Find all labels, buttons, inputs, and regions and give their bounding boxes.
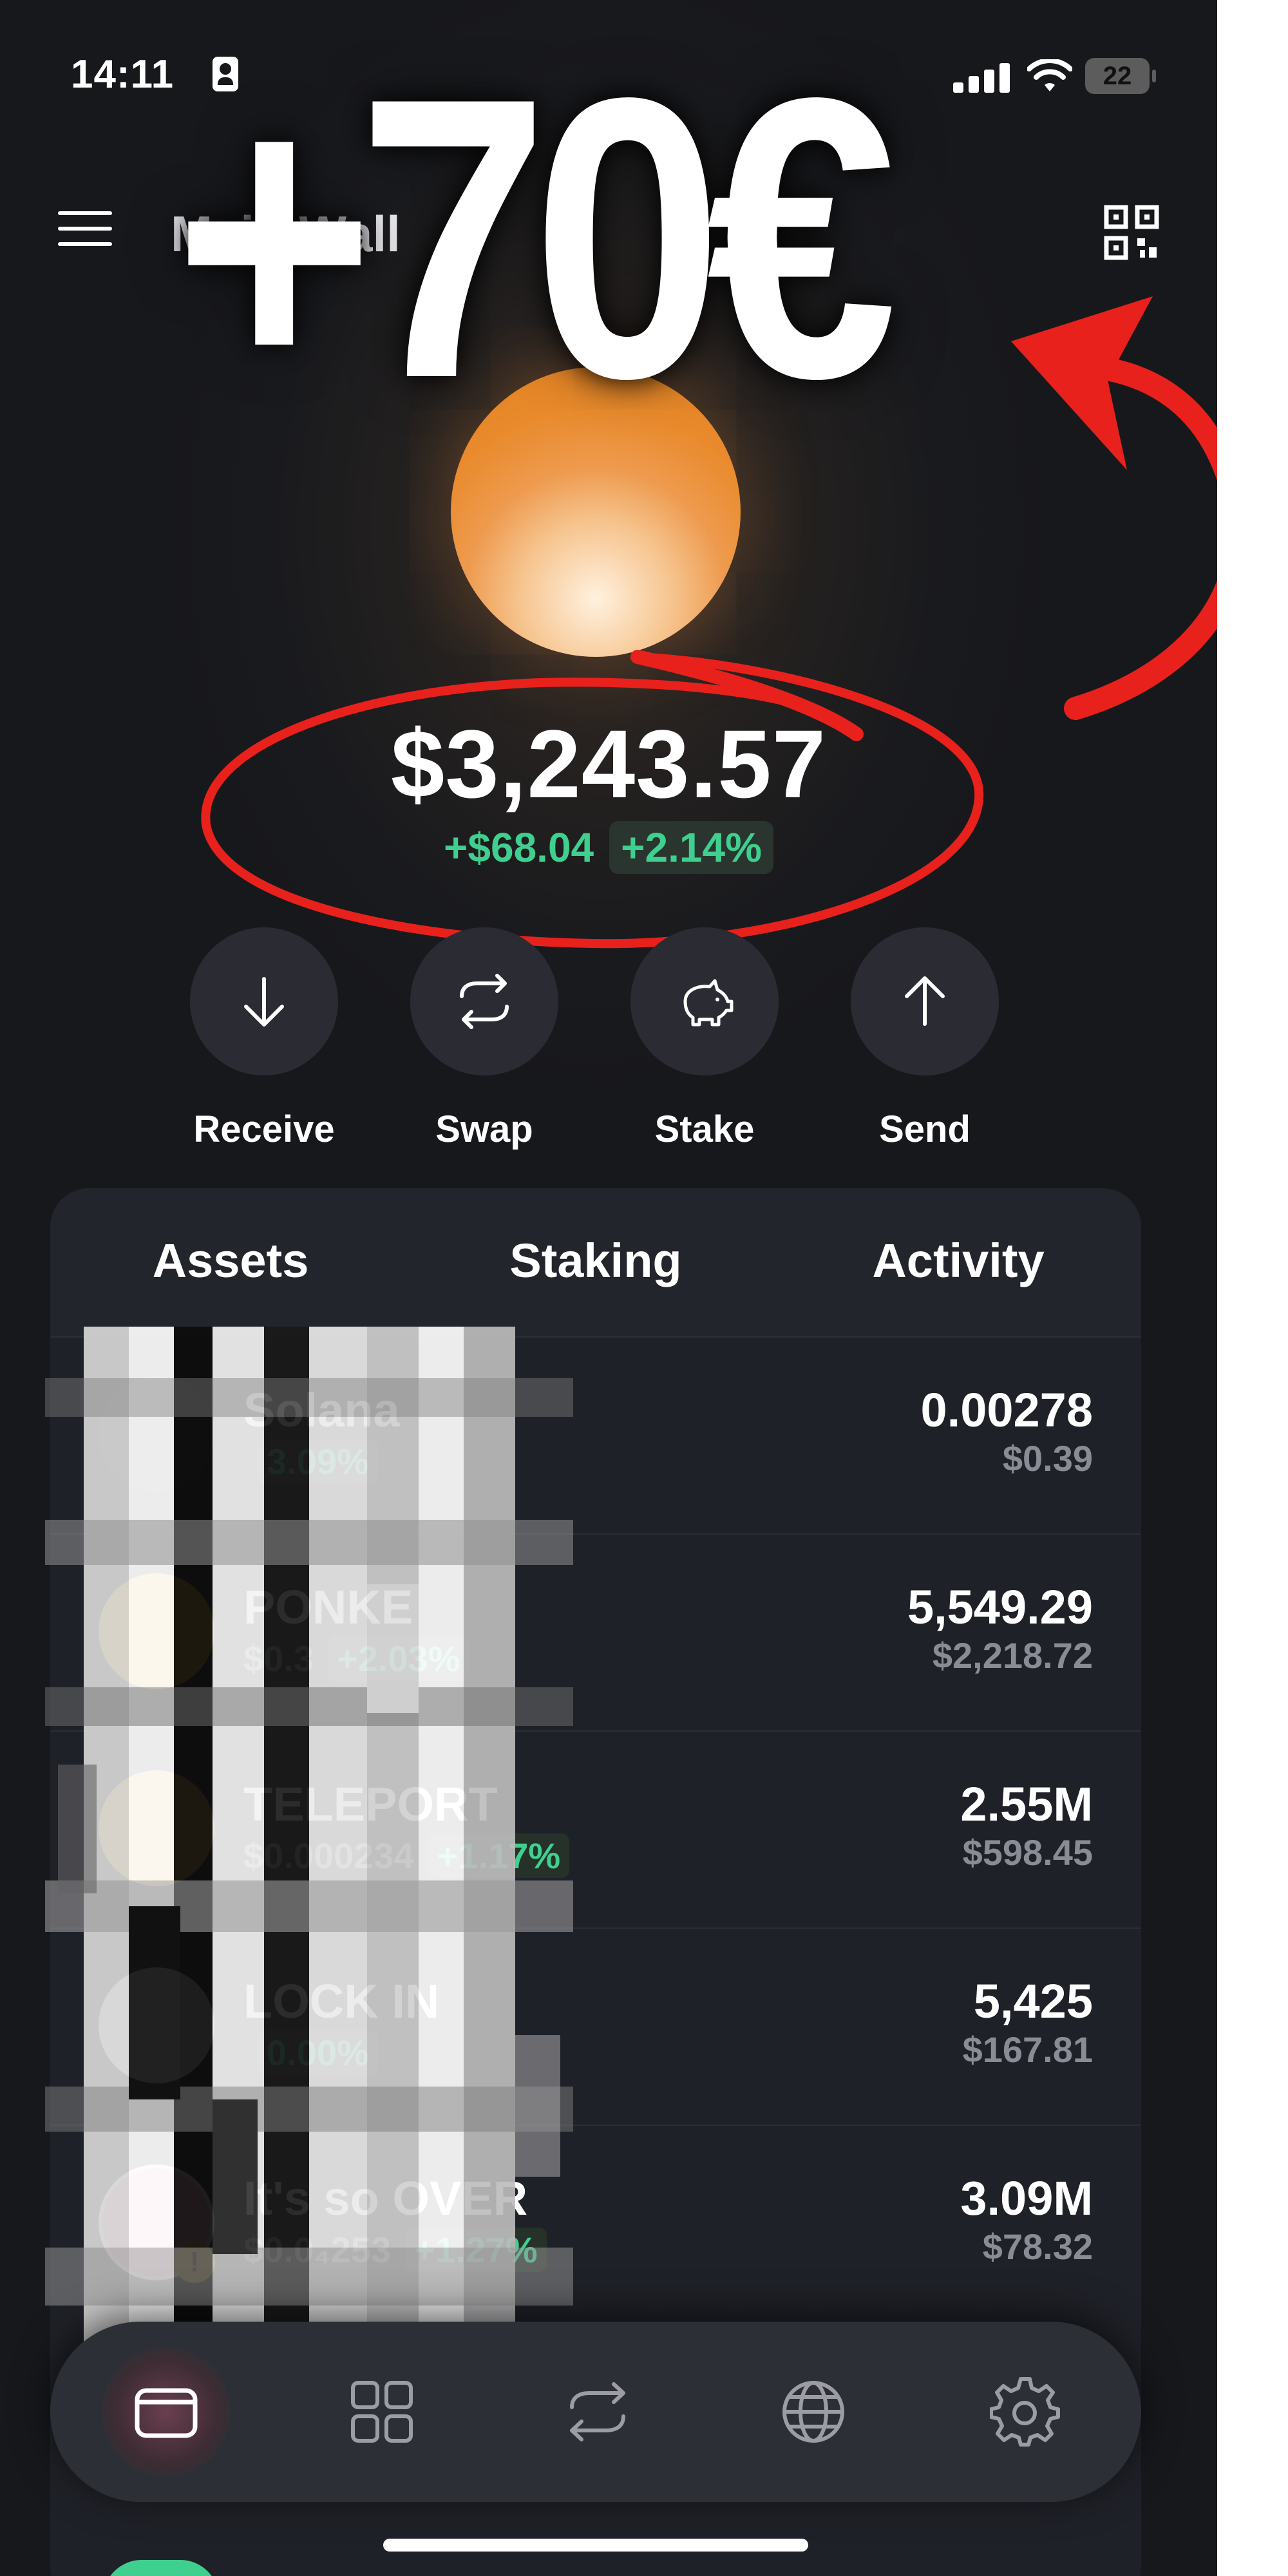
asset-row[interactable]: Solana 3.09% 0.00278 $0.39 <box>50 1336 1141 1535</box>
asset-row[interactable]: TELEPORT $0.000234 +1.17% 2.55M $598.45 <box>50 1730 1141 1929</box>
phone-screen: 14:11 22 Main Wall $3,243.57 +$68.04 +2.… <box>0 0 1217 2576</box>
nav-wallet[interactable] <box>102 2347 231 2476</box>
lock-in-logo <box>99 1967 214 2083</box>
tab-staking[interactable]: Staking <box>415 1233 776 1288</box>
nav-apps[interactable] <box>317 2347 446 2476</box>
asset-value: $167.81 <box>962 2029 1093 2070</box>
asset-name: LOCK IN <box>243 1975 440 2028</box>
asset-price: $0.0₄253 +1.27% <box>243 2228 547 2272</box>
stake-button[interactable]: Stake <box>598 927 811 1151</box>
send-label: Send <box>879 1108 971 1150</box>
asset-value: $598.45 <box>962 1832 1093 1873</box>
status-time: 14:11 <box>71 52 175 97</box>
nav-swap[interactable] <box>533 2347 662 2476</box>
asset-price: $0.000234 +1.17% <box>243 1833 570 1878</box>
asset-price: 3.09% <box>243 1439 378 1484</box>
receive-circle[interactable] <box>190 927 338 1075</box>
ponke-logo <box>99 1573 214 1689</box>
arrow-down-icon <box>244 977 284 1027</box>
send-circle[interactable] <box>851 927 999 1075</box>
nav-explore[interactable] <box>749 2347 878 2476</box>
wifi-icon <box>1027 59 1072 91</box>
asset-name: It's so OVER <box>243 2172 528 2225</box>
send-button[interactable]: Send <box>819 927 1031 1151</box>
grid-icon <box>351 2381 413 2443</box>
stake-label: Stake <box>654 1108 755 1150</box>
swap-icon <box>460 974 509 1029</box>
asset-change: 0.00% <box>258 2031 378 2075</box>
battery-indicator: 22 <box>1085 58 1156 94</box>
asset-value: $2,218.72 <box>932 1635 1093 1676</box>
asset-amount: 3.09M <box>960 2172 1093 2225</box>
asset-amount: 2.55M <box>960 1777 1093 1831</box>
swap-label: Swap <box>435 1108 533 1150</box>
asset-change: +2.03% <box>328 1636 469 1681</box>
asset-value: $78.32 <box>982 2226 1093 2267</box>
asset-amount: 0.00278 <box>920 1383 1094 1437</box>
hamburger-menu-icon[interactable] <box>58 206 116 251</box>
red-arrow-annotation <box>1011 296 1217 720</box>
asset-change: 3.09% <box>258 1439 378 1484</box>
asset-row[interactable]: ! It's so OVER $0.0₄253 +1.27% 3.09M $78.… <box>50 2125 1141 2323</box>
warning-badge-icon: ! <box>174 2242 215 2283</box>
swap-circle[interactable] <box>410 927 558 1075</box>
asset-value: $0.39 <box>1002 1438 1093 1479</box>
signal-icon <box>953 61 1018 93</box>
stake-circle[interactable] <box>630 927 779 1075</box>
teleport-logo <box>99 1770 214 1886</box>
asset-change: +1.17% <box>428 1833 570 1878</box>
swap-icon <box>570 2382 625 2441</box>
piggy-bank-icon <box>683 979 734 1027</box>
tab-bar: Assets Staking Activity <box>50 1188 1141 1336</box>
asset-name: Solana <box>243 1383 400 1437</box>
qr-scan-icon[interactable] <box>1104 205 1159 260</box>
asset-name: PONKE <box>243 1580 413 1634</box>
asset-amount: 5,549.29 <box>907 1580 1093 1634</box>
nav-settings[interactable] <box>961 2347 1090 2476</box>
receive-button[interactable]: Receive <box>158 927 370 1151</box>
bottom-nav <box>50 2322 1141 2502</box>
arrow-up-icon <box>905 976 945 1026</box>
asset-amount: 5,425 <box>973 1975 1093 2028</box>
asset-price: 0.00% <box>243 2031 378 2075</box>
swap-button[interactable]: Swap <box>378 927 591 1151</box>
asset-name: TELEPORT <box>243 1777 498 1831</box>
tab-activity[interactable]: Activity <box>778 1233 1139 1288</box>
globe-icon <box>782 2381 844 2443</box>
asset-row[interactable]: PONKE $0.3 +2.03% 5,549.29 $2,218.72 <box>50 1533 1141 1732</box>
solana-logo <box>99 1376 214 1492</box>
home-indicator[interactable] <box>383 2539 808 2552</box>
asset-row[interactable]: LOCK IN 0.00% 5,425 $167.81 <box>50 1927 1141 2126</box>
status-indicators: 22 <box>953 54 1156 99</box>
asset-price: $0.3 +2.03% <box>243 1636 469 1681</box>
asset-change: +1.27% <box>405 2228 547 2272</box>
gear-icon <box>990 2377 1060 2447</box>
red-highlight-ellipse <box>201 650 984 949</box>
promo-overlay-text: +70€ <box>174 15 898 461</box>
tab-assets[interactable]: Assets <box>50 1233 411 1288</box>
wallet-icon <box>135 2388 198 2438</box>
receive-label: Receive <box>193 1108 335 1150</box>
